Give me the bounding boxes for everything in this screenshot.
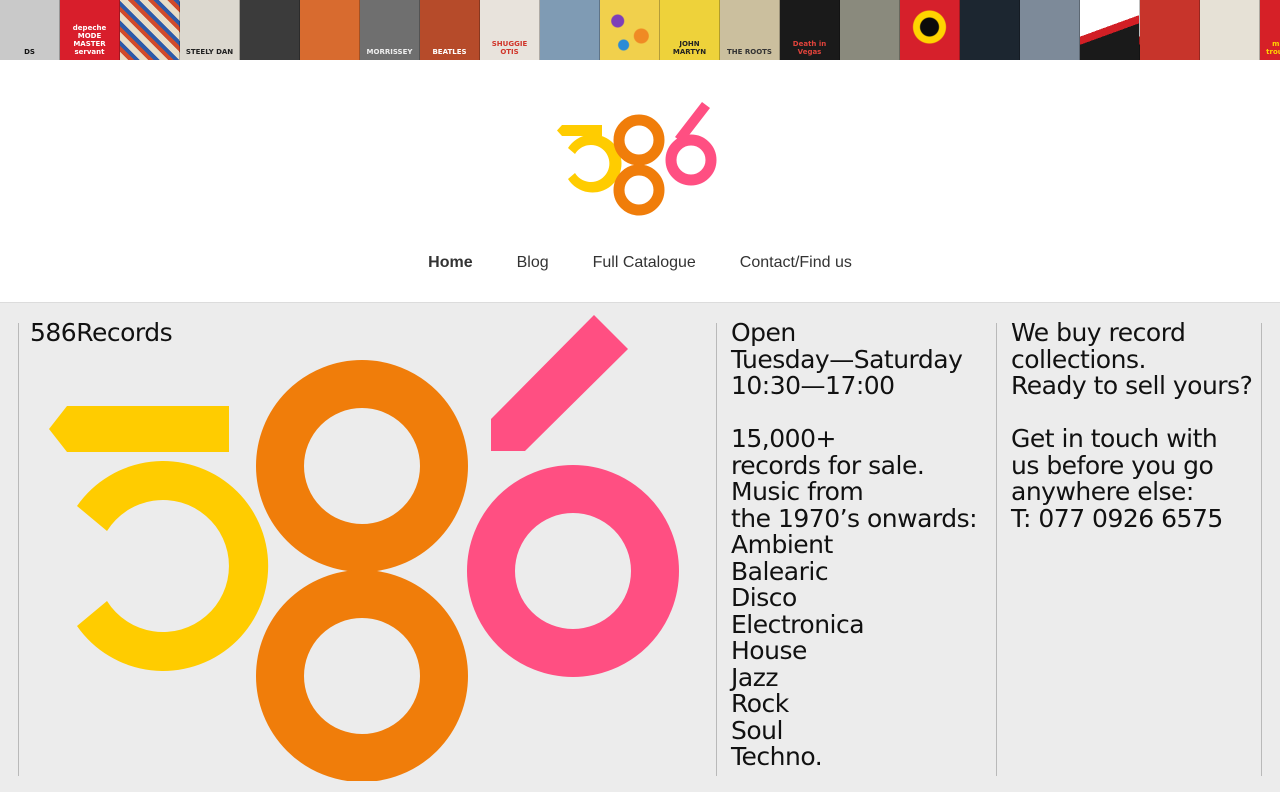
- big-8-bottom: [256, 570, 468, 781]
- big-6-ring: [467, 465, 679, 677]
- info-panel: 586Records Open Tuesday—Saturday 10:30—1…: [0, 302, 1280, 792]
- album-cover[interactable]: [300, 0, 360, 60]
- album-cover[interactable]: [1200, 0, 1260, 60]
- album-cover-title: MORRISSEY: [366, 48, 413, 56]
- logo-5-top-bar: [557, 125, 602, 136]
- record-count: 15,000+: [731, 424, 836, 453]
- album-cover[interactable]: mr.scruff trouser jazz: [1260, 0, 1280, 60]
- album-cover[interactable]: [1080, 0, 1140, 60]
- album-cover[interactable]: THE ROOTS: [720, 0, 780, 60]
- album-cover-title: STEELY DAN: [185, 48, 234, 56]
- contact-line-3: anywhere else:: [1011, 477, 1194, 506]
- album-cover-title: BEATLES: [432, 48, 467, 56]
- phone-number[interactable]: T: 077 0926 6575: [1011, 505, 1257, 533]
- era-text: the 1970’s onwards:: [731, 503, 978, 533]
- open-days: Tuesday—Saturday: [731, 344, 963, 374]
- genre-house: House: [731, 636, 807, 665]
- album-cover[interactable]: MORRISSEY: [360, 0, 420, 60]
- album-cover-title: SHUGGIE OTIS: [491, 40, 528, 56]
- genre-electronica: Electronica: [731, 609, 865, 639]
- contact-line-1: Get in touch with: [1011, 424, 1218, 453]
- genre-balearic: Balearic: [731, 556, 829, 586]
- main-navigation: Home Blog Full Catalogue Contact/Find us: [0, 252, 1280, 274]
- album-cover[interactable]: [600, 0, 660, 60]
- nav-contact[interactable]: Contact/Find us: [740, 254, 852, 272]
- open-times: 10:30—17:00: [731, 371, 895, 400]
- genre-disco: Disco: [731, 583, 797, 612]
- big-5-bowl: [77, 461, 269, 671]
- open-label: Open: [731, 318, 796, 347]
- buying-column: We buy record collections. Ready to sell…: [996, 318, 1262, 776]
- logo-8-top: [613, 114, 665, 166]
- buy-line-3: Ready to sell yours?: [1011, 371, 1253, 400]
- record-count-text: records for sale.: [731, 450, 925, 480]
- buy-line-2: collections.: [1011, 344, 1146, 374]
- album-cover-title: JOHN MARTYN: [672, 40, 707, 56]
- hours-and-stock-text: Open Tuesday—Saturday 10:30—17:00 15,000…: [731, 318, 992, 771]
- album-cover[interactable]: [960, 0, 1020, 60]
- nav-blog[interactable]: Blog: [517, 254, 549, 272]
- album-cover[interactable]: [840, 0, 900, 60]
- buying-text: We buy record collections. Ready to sell…: [1011, 318, 1257, 533]
- large-586-logo: [49, 315, 679, 781]
- genre-techno: Techno.: [731, 742, 823, 771]
- logo-6-ring: [665, 134, 717, 186]
- album-cover-strip: DS depeche MODE MASTER servant STEELY DAN M…: [0, 0, 1280, 60]
- album-cover-title: DS: [24, 48, 35, 56]
- album-cover[interactable]: Death in Vegas: [780, 0, 840, 60]
- big-8-top: [256, 360, 468, 572]
- album-cover[interactable]: [240, 0, 300, 60]
- album-cover[interactable]: BEATLES: [420, 0, 480, 60]
- album-cover[interactable]: [120, 0, 180, 60]
- album-cover[interactable]: [1020, 0, 1080, 60]
- nav-full-catalogue[interactable]: Full Catalogue: [593, 254, 696, 272]
- album-cover[interactable]: DS: [0, 0, 60, 60]
- album-cover[interactable]: SHUGGIE OTIS: [480, 0, 540, 60]
- logo-8-bottom: [613, 164, 665, 216]
- album-cover[interactable]: depeche MODE MASTER servant: [60, 0, 120, 60]
- music-from-text: Music from: [731, 477, 864, 506]
- album-cover[interactable]: JOHN MARTYN: [660, 0, 720, 60]
- brand-column: 586Records: [18, 315, 716, 781]
- site-logo[interactable]: [555, 97, 725, 222]
- album-cover-title: depeche MODE MASTER servant: [72, 24, 107, 56]
- nav-home[interactable]: Home: [428, 254, 472, 272]
- album-cover[interactable]: [900, 0, 960, 60]
- genre-jazz: Jazz: [731, 662, 778, 692]
- album-cover-title: Death in Vegas: [792, 40, 827, 56]
- album-cover-title: mr.scruff trouser jazz: [1266, 40, 1280, 56]
- album-cover[interactable]: STEELY DAN: [180, 0, 240, 60]
- buy-line-1: We buy record: [1011, 318, 1186, 347]
- logo-5-bowl: [568, 134, 622, 193]
- album-cover[interactable]: [540, 0, 600, 60]
- hours-column: Open Tuesday—Saturday 10:30—17:00 15,000…: [716, 318, 996, 776]
- genre-rock: Rock: [731, 689, 789, 718]
- album-cover[interactable]: [1140, 0, 1200, 60]
- album-cover-title: THE ROOTS: [727, 48, 772, 56]
- big-6-stroke: [491, 315, 628, 451]
- genre-soul: Soul: [731, 715, 783, 745]
- contact-line-2: us before you go: [1011, 450, 1214, 480]
- genre-ambient: Ambient: [731, 530, 833, 559]
- big-5-top-bar: [49, 406, 229, 452]
